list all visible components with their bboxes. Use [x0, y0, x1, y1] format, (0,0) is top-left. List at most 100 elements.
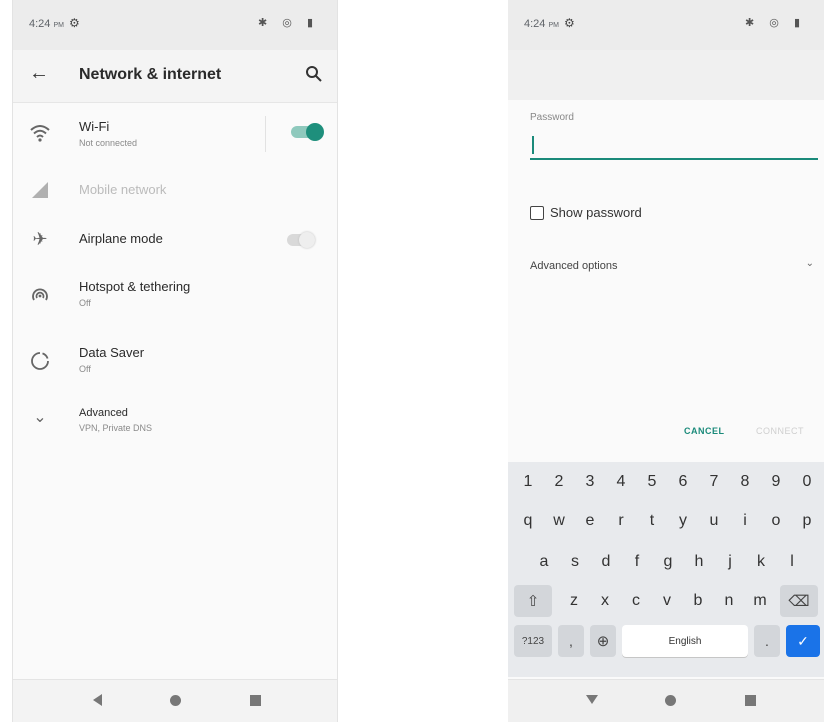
chevron-down-icon[interactable]: ⌄: [806, 258, 814, 269]
key-4[interactable]: 4: [607, 466, 635, 498]
list-item-mobile-network[interactable]: Mobile network: [13, 170, 337, 210]
status-bar: 4:24 PM ⚙ ✱ ◎ ▮: [13, 0, 337, 50]
key-m[interactable]: m: [746, 585, 774, 617]
toggle-knob: [299, 232, 315, 248]
network-settings-screen: 4:24 PM ⚙ ✱ ◎ ▮ ← Network & internet Wi-…: [12, 0, 338, 722]
key-u[interactable]: u: [700, 505, 728, 537]
list-item-data-saver[interactable]: Data Saver Off: [13, 336, 337, 386]
key-i[interactable]: i: [731, 505, 759, 537]
nav-recents-icon[interactable]: [745, 695, 756, 706]
key-h[interactable]: h: [685, 546, 713, 578]
navigation-bar: [13, 679, 337, 722]
status-time: 4:24: [524, 18, 546, 30]
data-saver-title: Data Saver: [79, 345, 145, 360]
shift-key[interactable]: ⇧: [514, 585, 552, 617]
wifi-toggle[interactable]: [291, 123, 324, 141]
period-key[interactable]: .: [754, 625, 780, 657]
airplane-mode-toggle[interactable]: [287, 232, 315, 248]
key-1[interactable]: 1: [514, 466, 542, 498]
advanced-subtitle: VPN, Private DNS: [79, 423, 153, 433]
list-item-wifi[interactable]: Wi-Fi Not connected: [13, 110, 337, 162]
key-7[interactable]: 7: [700, 466, 728, 498]
hotspot-icon: [32, 288, 48, 301]
divider: [265, 116, 266, 152]
data-saver-subtitle: Off: [79, 364, 91, 374]
navigation-bar: [508, 679, 824, 722]
key-g[interactable]: g: [654, 546, 682, 578]
key-b[interactable]: b: [684, 585, 712, 617]
key-a[interactable]: a: [530, 546, 558, 578]
list-item-airplane-mode[interactable]: ✈ Airplane mode: [13, 220, 337, 260]
key-5[interactable]: 5: [638, 466, 666, 498]
key-t[interactable]: t: [638, 505, 666, 537]
key-j[interactable]: j: [716, 546, 744, 578]
symbols-key[interactable]: ?123: [514, 625, 552, 657]
key-p[interactable]: p: [793, 505, 821, 537]
key-w[interactable]: w: [545, 505, 573, 537]
key-d[interactable]: d: [592, 546, 620, 578]
key-l[interactable]: l: [778, 546, 806, 578]
mobile-network-title: Mobile network: [79, 182, 167, 197]
key-n[interactable]: n: [715, 585, 743, 617]
key-r[interactable]: r: [607, 505, 635, 537]
show-password-label[interactable]: Show password: [550, 205, 642, 220]
key-2[interactable]: 2: [545, 466, 573, 498]
space-bar[interactable]: English: [622, 625, 748, 657]
dialog-header: [508, 50, 824, 101]
enter-check-icon[interactable]: ✓: [786, 625, 820, 657]
key-0[interactable]: 0: [793, 466, 821, 498]
system-status-icons: ✱ ◎ ▮: [258, 17, 319, 29]
status-ampm: PM: [548, 22, 559, 29]
key-x[interactable]: x: [591, 585, 619, 617]
password-label: Password: [530, 112, 574, 123]
key-c[interactable]: c: [622, 585, 650, 617]
status-time: 4:24: [29, 18, 51, 30]
advanced-options-label[interactable]: Advanced options: [530, 260, 617, 272]
airplane-icon: ✈: [32, 228, 48, 249]
key-8[interactable]: 8: [731, 466, 759, 498]
wifi-password-screen: 4:24 PM ⚙ ✱ ◎ ▮ Password Show password A…: [508, 0, 824, 722]
data-saver-icon: [31, 352, 49, 370]
nav-home-icon[interactable]: [665, 695, 676, 706]
comma-key[interactable]: ,: [558, 625, 584, 657]
key-9[interactable]: 9: [762, 466, 790, 498]
status-bar: 4:24 PM ⚙ ✱ ◎ ▮: [508, 0, 824, 50]
key-z[interactable]: z: [560, 585, 588, 617]
nav-back-down-icon[interactable]: [586, 695, 598, 704]
key-s[interactable]: s: [561, 546, 589, 578]
system-status-icons: ✱ ◎ ▮: [745, 17, 806, 29]
key-6[interactable]: 6: [669, 466, 697, 498]
connect-button[interactable]: CONNECT: [756, 426, 804, 436]
key-k[interactable]: k: [747, 546, 775, 578]
list-item-advanced[interactable]: ⌄ Advanced VPN, Private DNS: [13, 398, 337, 444]
password-input[interactable]: [530, 132, 818, 160]
key-3[interactable]: 3: [576, 466, 604, 498]
wifi-subtitle: Not connected: [79, 138, 138, 148]
password-dialog: Password Show password Advanced options …: [508, 100, 824, 462]
globe-icon[interactable]: ⊕: [590, 625, 616, 657]
key-e[interactable]: e: [576, 505, 604, 537]
key-o[interactable]: o: [762, 505, 790, 537]
search-icon[interactable]: [305, 65, 323, 83]
hotspot-subtitle: Off: [79, 298, 91, 308]
back-arrow-icon[interactable]: ←: [29, 62, 49, 85]
key-q[interactable]: q: [514, 505, 542, 537]
toggle-knob: [306, 123, 324, 141]
nav-home-icon[interactable]: [170, 695, 181, 706]
nav-back-icon[interactable]: [93, 694, 102, 706]
key-y[interactable]: y: [669, 505, 697, 537]
app-bar: ← Network & internet: [13, 50, 337, 103]
wifi-icon: [30, 125, 50, 142]
key-v[interactable]: v: [653, 585, 681, 617]
show-password-checkbox[interactable]: [530, 206, 544, 220]
hotspot-title: Hotspot & tethering: [79, 279, 191, 294]
page-title: Network & internet: [79, 66, 222, 83]
nav-recents-icon[interactable]: [250, 695, 261, 706]
backspace-icon[interactable]: ⌫: [780, 585, 818, 617]
key-f[interactable]: f: [623, 546, 651, 578]
status-ampm: PM: [53, 22, 64, 29]
soft-keyboard: 1 2 3 4 5 6 7 8 9 0 q w e r t y u i o p …: [508, 462, 824, 677]
signal-icon: [32, 182, 48, 198]
list-item-hotspot[interactable]: Hotspot & tethering Off: [13, 270, 337, 320]
cancel-button[interactable]: CANCEL: [684, 426, 725, 436]
